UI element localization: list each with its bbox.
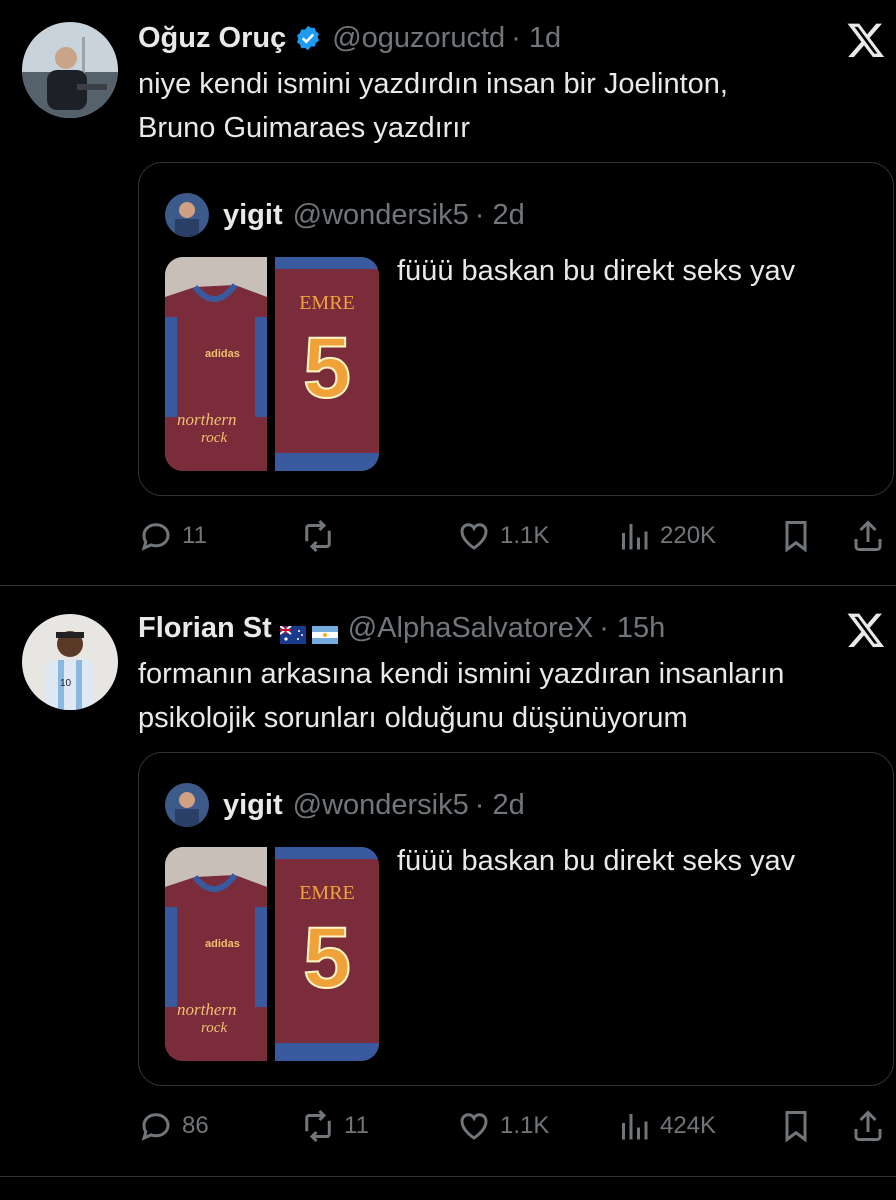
quote-header: yigit @wondersik5 · 2d: [165, 783, 525, 827]
author-name[interactable]: Florian St: [138, 612, 272, 645]
quote-author-name[interactable]: yigit: [223, 199, 283, 232]
like-icon: [460, 523, 488, 550]
jersey-name-text: EMRE: [299, 882, 355, 904]
front-sponsor-text: rock: [201, 430, 227, 446]
author-handle[interactable]: @oguzoructd: [332, 22, 505, 55]
reply-icon: [141, 523, 170, 551]
australia-flag-icon: [279, 619, 306, 644]
quote-header: yigit @wondersik5 · 2d: [165, 193, 525, 237]
jersey-number-text: 5: [303, 320, 351, 416]
tweet-header: Oğuz Oruç @oguzoructd · 1d: [138, 18, 561, 58]
quote-timestamp[interactable]: · 2d: [475, 789, 525, 822]
timestamp[interactable]: · 15h: [599, 612, 665, 645]
front-brand-text: adidas: [205, 938, 240, 950]
quoted-tweet[interactable]: yigit @wondersik5 · 2d adidas northern r…: [138, 752, 894, 1086]
tweet-header: Florian St @AlphaSalvatoreX · 15h: [138, 608, 665, 648]
quote-author-handle[interactable]: @wondersik5: [293, 199, 469, 232]
quote-author-handle[interactable]: @wondersik5: [293, 789, 469, 822]
reply-button[interactable]: 11: [138, 516, 207, 556]
front-sponsor-text: northern: [177, 410, 237, 429]
jersey-name-text: EMRE: [299, 292, 355, 314]
bookmark-icon: [785, 521, 807, 553]
repost-icon: [305, 519, 331, 553]
tweet-text-line: psikolojik sorunları olduğunu düşünüyoru…: [138, 702, 688, 734]
tweet-text-line: Bruno Guimaraes yazdırır: [138, 112, 471, 144]
bookmark-button[interactable]: [778, 516, 814, 556]
quote-text: füüü baskan bu direkt seks yav: [397, 255, 796, 287]
repost-button[interactable]: [300, 516, 344, 556]
views-count: 424K: [660, 1112, 717, 1139]
views-icon: [622, 524, 648, 550]
quote-author-name[interactable]: yigit: [223, 789, 283, 822]
quote-avatar[interactable]: [165, 193, 209, 237]
tweet-text: niye kendi ismini yazdırdın insan bir Jo…: [138, 62, 888, 150]
tweet-1[interactable]: Oğuz Oruç @oguzoructd · 1d niye kendi is…: [0, 0, 896, 585]
reply-count: 11: [182, 522, 207, 549]
x-logo-icon: [846, 20, 886, 60]
avatar[interactable]: 10: [22, 614, 118, 710]
argentina-flag-icon: [311, 619, 338, 644]
repost-button[interactable]: 11: [300, 1106, 369, 1146]
author-handle[interactable]: @AlphaSalvatoreX: [348, 612, 593, 645]
like-button[interactable]: 1.1K: [456, 516, 549, 556]
quote-text: füüü baskan bu direkt seks yav: [397, 845, 796, 877]
quote-image[interactable]: adidas northern rock EMRE 5: [165, 257, 379, 471]
svg-text:10: 10: [60, 678, 72, 689]
reply-button[interactable]: 86: [138, 1106, 209, 1146]
views-button[interactable]: 220K: [616, 516, 716, 556]
views-icon: [622, 1114, 648, 1140]
like-count: 1.1K: [500, 522, 550, 549]
quote-image[interactable]: adidas northern rock EMRE 5: [165, 847, 379, 1061]
repost-count: 11: [344, 1112, 369, 1139]
views-button[interactable]: 424K: [616, 1106, 716, 1146]
quoted-tweet[interactable]: yigit @wondersik5 · 2d adidas northern r…: [138, 162, 894, 496]
like-count: 1.1K: [500, 1112, 550, 1139]
bookmark-button[interactable]: [778, 1106, 814, 1146]
like-button[interactable]: 1.1K: [456, 1106, 549, 1146]
share-button[interactable]: [850, 516, 886, 556]
repost-icon: [305, 1109, 331, 1143]
quote-avatar[interactable]: [165, 783, 209, 827]
front-sponsor-text: northern: [177, 1000, 237, 1019]
tweet-text-line: niye kendi ismini yazdırdın insan bir Jo…: [138, 68, 728, 100]
avatar[interactable]: [22, 22, 118, 118]
reply-icon: [141, 1113, 170, 1141]
share-icon: [854, 520, 882, 551]
tweet-actions: 11 1.1K 220K: [0, 516, 896, 556]
tweet-divider: [0, 1176, 896, 1177]
front-brand-text: adidas: [205, 348, 240, 360]
front-sponsor-text: rock: [201, 1020, 227, 1036]
tweet-text: formanın arkasına kendi ismini yazdıran …: [138, 652, 888, 740]
x-logo-icon: [846, 610, 886, 650]
like-icon: [460, 1113, 488, 1140]
tweet-2[interactable]: 10 Florian St @AlphaSalvatoreX · 15h for…: [0, 586, 896, 1176]
quote-timestamp[interactable]: · 2d: [475, 199, 525, 232]
timestamp[interactable]: · 1d: [511, 22, 561, 55]
verified-badge-icon: [294, 24, 322, 52]
author-name[interactable]: Oğuz Oruç: [138, 22, 286, 55]
flag-emojis: [279, 619, 338, 644]
reply-count: 86: [182, 1112, 209, 1139]
jersey-number-text: 5: [303, 910, 351, 1006]
share-button[interactable]: [850, 1106, 886, 1146]
bookmark-icon: [785, 1111, 807, 1143]
share-icon: [854, 1110, 882, 1141]
tweet-text-line: formanın arkasına kendi ismini yazdıran …: [138, 658, 785, 690]
tweet-actions: 86 11 1.1K 424K: [0, 1106, 896, 1146]
views-count: 220K: [660, 522, 717, 549]
